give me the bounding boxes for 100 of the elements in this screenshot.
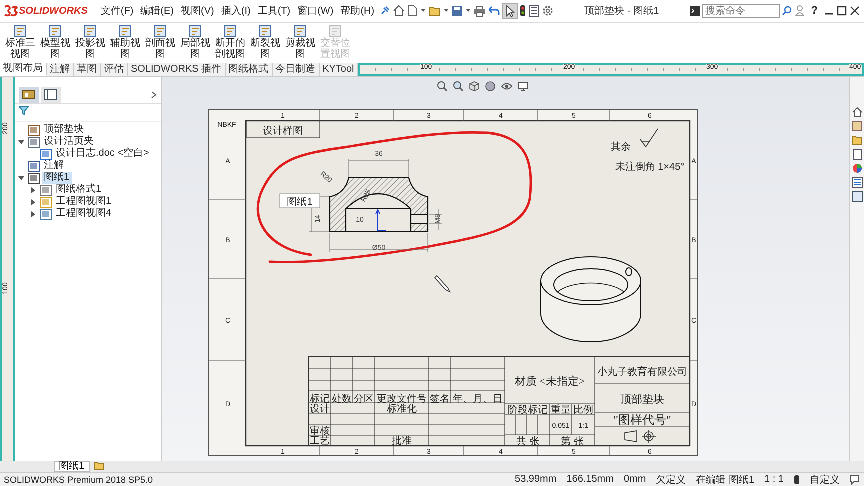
caret-icon[interactable]: [18, 174, 25, 182]
folder-icon[interactable]: [428, 6, 441, 16]
file-properties-icon[interactable]: [528, 5, 539, 17]
window-icon[interactable]: [852, 191, 862, 202]
drawing-view-icon: [294, 25, 307, 38]
menu-item[interactable]: 插入(I): [219, 4, 253, 18]
rebuild-icon[interactable]: [794, 474, 800, 484]
user-icon[interactable]: [795, 5, 806, 17]
ribbon-button[interactable]: 剖面视图: [144, 25, 177, 60]
ribbon-button[interactable]: 模型视图: [39, 25, 72, 60]
sphere-icon[interactable]: [485, 81, 496, 92]
view-label-box: [280, 194, 320, 208]
drawing-view-icon: [154, 25, 167, 38]
tree-item[interactable]: 注解: [42, 160, 66, 172]
finish-label: 其余: [611, 142, 631, 153]
tree-node-icon: [40, 184, 52, 196]
ribbon-button[interactable]: 剪裁视图: [284, 25, 317, 60]
ribbon-button[interactable]: 局部视图: [179, 25, 212, 60]
drawing-view-icon: [49, 25, 62, 38]
caret-icon[interactable]: [30, 198, 37, 206]
ribbon-tab[interactable]: 视图布局: [0, 63, 47, 76]
projection-symbol-icon: [624, 430, 656, 444]
tree-item[interactable]: 设计活页夹: [42, 136, 96, 148]
menu-item[interactable]: 工具(T): [256, 4, 293, 18]
filter-icon[interactable]: [19, 106, 29, 116]
title-block-label: 更改文件号: [377, 394, 427, 405]
title-block-label: 比例: [574, 405, 594, 416]
save-icon[interactable]: [452, 6, 463, 16]
ribbon-tab[interactable]: 今日制造: [272, 63, 320, 76]
menu-item[interactable]: 视图(V): [179, 4, 216, 18]
drawing-view-icon: [329, 25, 342, 38]
part-name: 顶部垫块: [620, 394, 664, 406]
monitor-icon[interactable]: [518, 81, 529, 92]
tree-item[interactable]: 图纸1: [42, 172, 72, 184]
traffic-light-icon[interactable]: [520, 5, 526, 17]
home-icon[interactable]: [852, 107, 862, 118]
sheet-tab[interactable]: 图纸1: [54, 461, 90, 472]
component-icon[interactable]: [852, 121, 862, 132]
menu-item[interactable]: 文件(F): [98, 4, 136, 18]
ribbon-button[interactable]: 标准三视图: [4, 25, 37, 60]
drawing-view-icon: [259, 25, 272, 38]
chevron-icon[interactable]: [151, 91, 157, 99]
home-icon[interactable]: [392, 5, 405, 17]
undo-icon[interactable]: [488, 6, 500, 16]
list-icon[interactable]: [852, 177, 862, 188]
caret-icon[interactable]: [420, 9, 426, 13]
ribbon-button[interactable]: 辅助视图: [109, 25, 142, 60]
tree-item[interactable]: 顶部垫块: [42, 124, 86, 136]
title-block-label: 批准: [392, 436, 412, 447]
material-text: 材质 <未指定>: [514, 376, 586, 388]
caret-icon[interactable]: [30, 186, 37, 194]
caret-icon[interactable]: [18, 138, 25, 146]
caret-icon[interactable]: [466, 9, 471, 13]
tree-item[interactable]: 设计日志.doc <空白>: [54, 148, 152, 160]
caret-icon[interactable]: [444, 9, 449, 13]
tree-node-icon: [28, 160, 40, 172]
ribbon-tab[interactable]: 评估: [101, 63, 128, 76]
tree-item[interactable]: 工程图视图1: [54, 196, 114, 208]
pin-icon[interactable]: [380, 6, 390, 16]
zoom-fit-icon[interactable]: [437, 81, 448, 92]
ribbon-button[interactable]: 投影视图: [74, 25, 107, 60]
title-block-label: 重量: [551, 405, 571, 416]
document-icon[interactable]: [852, 149, 862, 160]
close-icon[interactable]: [850, 6, 860, 16]
coordinate-x: 53.99mm: [515, 474, 557, 485]
ribbon-tab[interactable]: 注解: [47, 63, 74, 76]
zoom-area-icon[interactable]: [453, 81, 464, 92]
maximize-icon[interactable]: [837, 6, 847, 16]
drawing-view-icon: [224, 25, 237, 38]
help-button[interactable]: ?: [808, 5, 821, 17]
menu-item[interactable]: 编辑(E): [138, 4, 176, 18]
units-selector[interactable]: 自定义: [810, 472, 840, 486]
eye-icon[interactable]: [501, 81, 513, 92]
chat-icon[interactable]: [850, 474, 860, 484]
menu-item[interactable]: 帮助(H): [338, 4, 377, 18]
property-tab-icon[interactable]: [41, 87, 61, 103]
ribbon-button[interactable]: 断裂视图: [249, 25, 282, 60]
tree-node-icon: [40, 148, 52, 160]
title-block-label: 阶段标记: [508, 405, 548, 416]
edit-mode: 在编辑 图纸1: [696, 474, 755, 486]
cube-icon[interactable]: [469, 81, 480, 92]
tree-item[interactable]: 图纸格式1: [54, 184, 104, 196]
folder-icon[interactable]: [852, 135, 862, 146]
ribbon-button[interactable]: 断开的剖视图: [214, 25, 247, 60]
settings-icon[interactable]: [542, 5, 554, 17]
caret-icon[interactable]: [30, 210, 37, 218]
printer-icon[interactable]: [474, 6, 486, 16]
search-field[interactable]: 搜索命令: [702, 4, 780, 18]
new-file-icon[interactable]: [408, 5, 418, 17]
select-pointer-icon[interactable]: [502, 4, 517, 18]
coordinate-z: 0mm: [624, 474, 646, 485]
ribbon-tab[interactable]: 草图: [74, 63, 101, 76]
stamp-text: 设计样图: [263, 126, 303, 137]
tree-node-icon: [28, 136, 40, 148]
tree-node-icon: [28, 172, 40, 184]
sheet-scale[interactable]: 1 : 1: [764, 474, 784, 485]
menu-item[interactable]: 窗口(W): [296, 4, 336, 18]
feature-tree-tab-icon[interactable]: [19, 87, 39, 103]
tree-item[interactable]: 工程图视图4: [54, 208, 114, 220]
color-wheel-icon[interactable]: [852, 163, 862, 174]
